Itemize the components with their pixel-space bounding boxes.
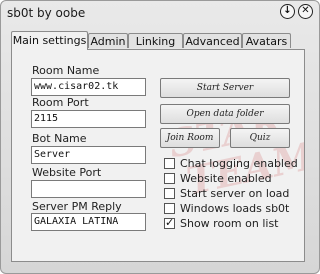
quiz-button[interactable]: Quiz xyxy=(230,128,290,148)
open-data-folder-button[interactable]: Open data folder xyxy=(160,104,290,124)
server-pm-reply-input[interactable]: GALAXIA LATINA xyxy=(31,213,146,231)
tab-advanced[interactable]: Advanced xyxy=(183,33,242,48)
room-name-label: Room Name xyxy=(32,64,100,77)
window-title: sb0t by oobe xyxy=(7,6,86,20)
website-port-label: Website Port xyxy=(32,166,102,179)
tab-linking[interactable]: Linking xyxy=(128,33,183,48)
minimize-button[interactable]: ↓ xyxy=(280,4,295,19)
checkbox-box[interactable] xyxy=(164,158,175,169)
start-server-button[interactable]: Start Server xyxy=(160,78,290,98)
room-port-label: Room Port xyxy=(32,96,89,109)
close-button[interactable]: ✕ xyxy=(298,4,313,19)
checkbox-box[interactable]: ✓ xyxy=(164,216,175,229)
tab-avatars[interactable]: Avatars xyxy=(242,33,291,48)
room-name-input[interactable]: www.cisar02.tk xyxy=(31,78,146,96)
tab-admin[interactable]: Admin xyxy=(88,33,128,48)
tab-main-settings[interactable]: Main settings xyxy=(11,31,88,50)
website-port-input[interactable] xyxy=(31,180,146,198)
main-settings-panel: STAR TEAM Room Name www.cisar02.tk Room … xyxy=(11,49,305,262)
server-pm-reply-label: Server PM Reply xyxy=(32,200,122,213)
checkbox-box[interactable] xyxy=(164,188,175,199)
room-port-input[interactable]: 2115 xyxy=(31,110,146,128)
bot-name-label: Bot Name xyxy=(32,132,87,145)
app-window: sb0t by oobe ↓ ✕ Main settings Admin Lin… xyxy=(0,0,320,274)
checkbox-box[interactable] xyxy=(164,173,175,184)
bot-name-input[interactable]: Server xyxy=(31,146,146,164)
checkbox-box[interactable] xyxy=(164,203,175,214)
join-room-button[interactable]: Join Room xyxy=(160,128,220,148)
check-mark-icon: ✓ xyxy=(165,216,175,229)
